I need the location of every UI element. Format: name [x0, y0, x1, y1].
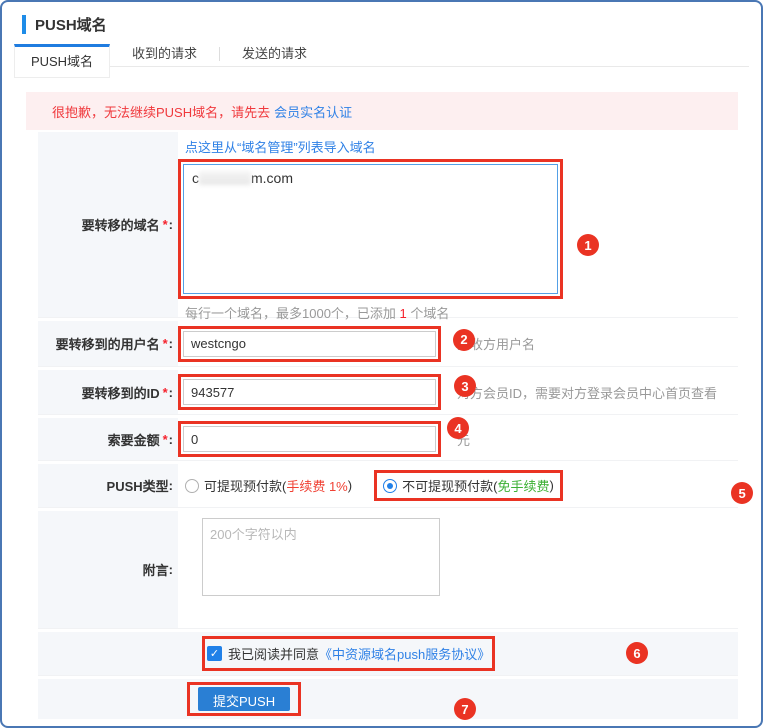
page-title: PUSH域名: [35, 14, 107, 35]
agreement-text: 我已阅读并同意: [228, 644, 319, 663]
radio-non-withdrawable-circle[interactable]: [383, 479, 397, 493]
amount-input[interactable]: [183, 426, 436, 452]
radio-non-withdrawable[interactable]: 不可提现预付款(免手续费): [379, 475, 558, 496]
free-fee-note: 免手续费: [497, 476, 549, 495]
form-row-push-type: PUSH类型: 可提现预付款(手续费 1%) 不可提现预付款(免手续费) 5: [38, 464, 738, 508]
annotation-box-1: cm.com 1: [178, 159, 563, 299]
memo-label: 附言:: [38, 511, 178, 628]
push-service-agreement-link[interactable]: 《中资源域名push服务协议》: [319, 644, 490, 663]
userid-label: 要转移到的ID*:: [38, 370, 178, 414]
domain-value-prefix: c: [192, 170, 199, 186]
annotation-4: 4: [447, 417, 469, 439]
push-type-label: PUSH类型:: [38, 464, 178, 507]
submit-push-button[interactable]: 提交PUSH: [198, 687, 290, 711]
form-row-userid: 要转移到的ID*: 3 对方会员ID，需要对方登录会员中心首页查看: [38, 370, 738, 415]
form-row-username: 要转移到的用户名*: 2 接收方用户名: [38, 321, 738, 367]
annotation-3: 3: [454, 375, 476, 397]
annotation-box-2: 2: [178, 326, 441, 362]
push-domain-page: PUSH域名 PUSH域名 收到的请求 发送的请求 很抱歉，无法继续PUSH域名…: [0, 0, 763, 728]
agreement-checkbox[interactable]: ✓: [207, 646, 222, 661]
domain-count-hint: 每行一个域名，最多1000个，已添加 1 个域名: [185, 303, 449, 322]
import-domains-link[interactable]: 点这里从“域名管理”列表导入域名: [185, 137, 376, 156]
domain-label: 要转移的域名*:: [38, 132, 178, 317]
annotation-box-5: 不可提现预付款(免手续费) 5: [374, 470, 563, 501]
annotation-6: 6: [626, 642, 648, 664]
blurred-domain-segment: [199, 171, 251, 185]
form-row-memo: 附言:: [38, 511, 738, 629]
amount-label: 索要金额*:: [38, 418, 178, 460]
tab-push-domain[interactable]: PUSH域名: [14, 44, 110, 78]
annotation-box-7: 提交PUSH 7: [187, 682, 301, 716]
form-row-amount: 索要金额*: 4 元: [38, 418, 738, 461]
fee-note: 手续费 1%: [286, 476, 347, 495]
memo-textarea[interactable]: [202, 518, 440, 596]
domain-value-suffix: m.com: [251, 170, 293, 186]
annotation-box-3: 3: [178, 374, 441, 410]
annotation-2: 2: [453, 329, 475, 351]
push-form: 要转移的域名*: 点这里从“域名管理”列表导入域名 c m.com 1 每行一个域…: [38, 132, 738, 719]
username-input[interactable]: [183, 331, 436, 357]
annotation-7: 7: [454, 698, 476, 720]
annotation-5: 5: [731, 482, 753, 504]
page-header: PUSH域名: [2, 2, 761, 35]
annotation-1: 1: [577, 234, 599, 256]
alert-text: 很抱歉，无法继续PUSH域名，请先去: [52, 102, 270, 121]
annotation-box-4: 4: [178, 421, 441, 457]
userid-hint: 对方会员ID，需要对方登录会员中心首页查看: [457, 383, 717, 402]
realname-warning-alert: 很抱歉，无法继续PUSH域名，请先去 会员实名认证: [26, 92, 738, 130]
tab-bar: PUSH域名 收到的请求 发送的请求: [14, 44, 749, 67]
username-label: 要转移到的用户名*:: [38, 321, 178, 366]
radio-withdrawable-circle[interactable]: [185, 479, 199, 493]
annotation-box-6: ✓ 我已阅读并同意 《中资源域名push服务协议》 6: [202, 636, 495, 671]
title-accent-bar: [22, 15, 26, 34]
domain-textarea[interactable]: c m.com: [183, 164, 558, 294]
added-count: 1: [400, 306, 407, 321]
tab-sent-requests[interactable]: 发送的请求: [220, 44, 329, 67]
form-row-agreement: ✓ 我已阅读并同意 《中资源域名push服务协议》 6: [38, 632, 738, 676]
radio-withdrawable[interactable]: 可提现预付款(手续费 1%): [185, 476, 352, 495]
tab-received-requests[interactable]: 收到的请求: [110, 44, 219, 67]
form-row-domain: 要转移的域名*: 点这里从“域名管理”列表导入域名 cm.com 1 每行一个域…: [38, 132, 738, 318]
form-row-submit: 提交PUSH 7: [38, 679, 738, 719]
realname-verify-link[interactable]: 会员实名认证: [274, 102, 352, 121]
userid-input[interactable]: [183, 379, 436, 405]
